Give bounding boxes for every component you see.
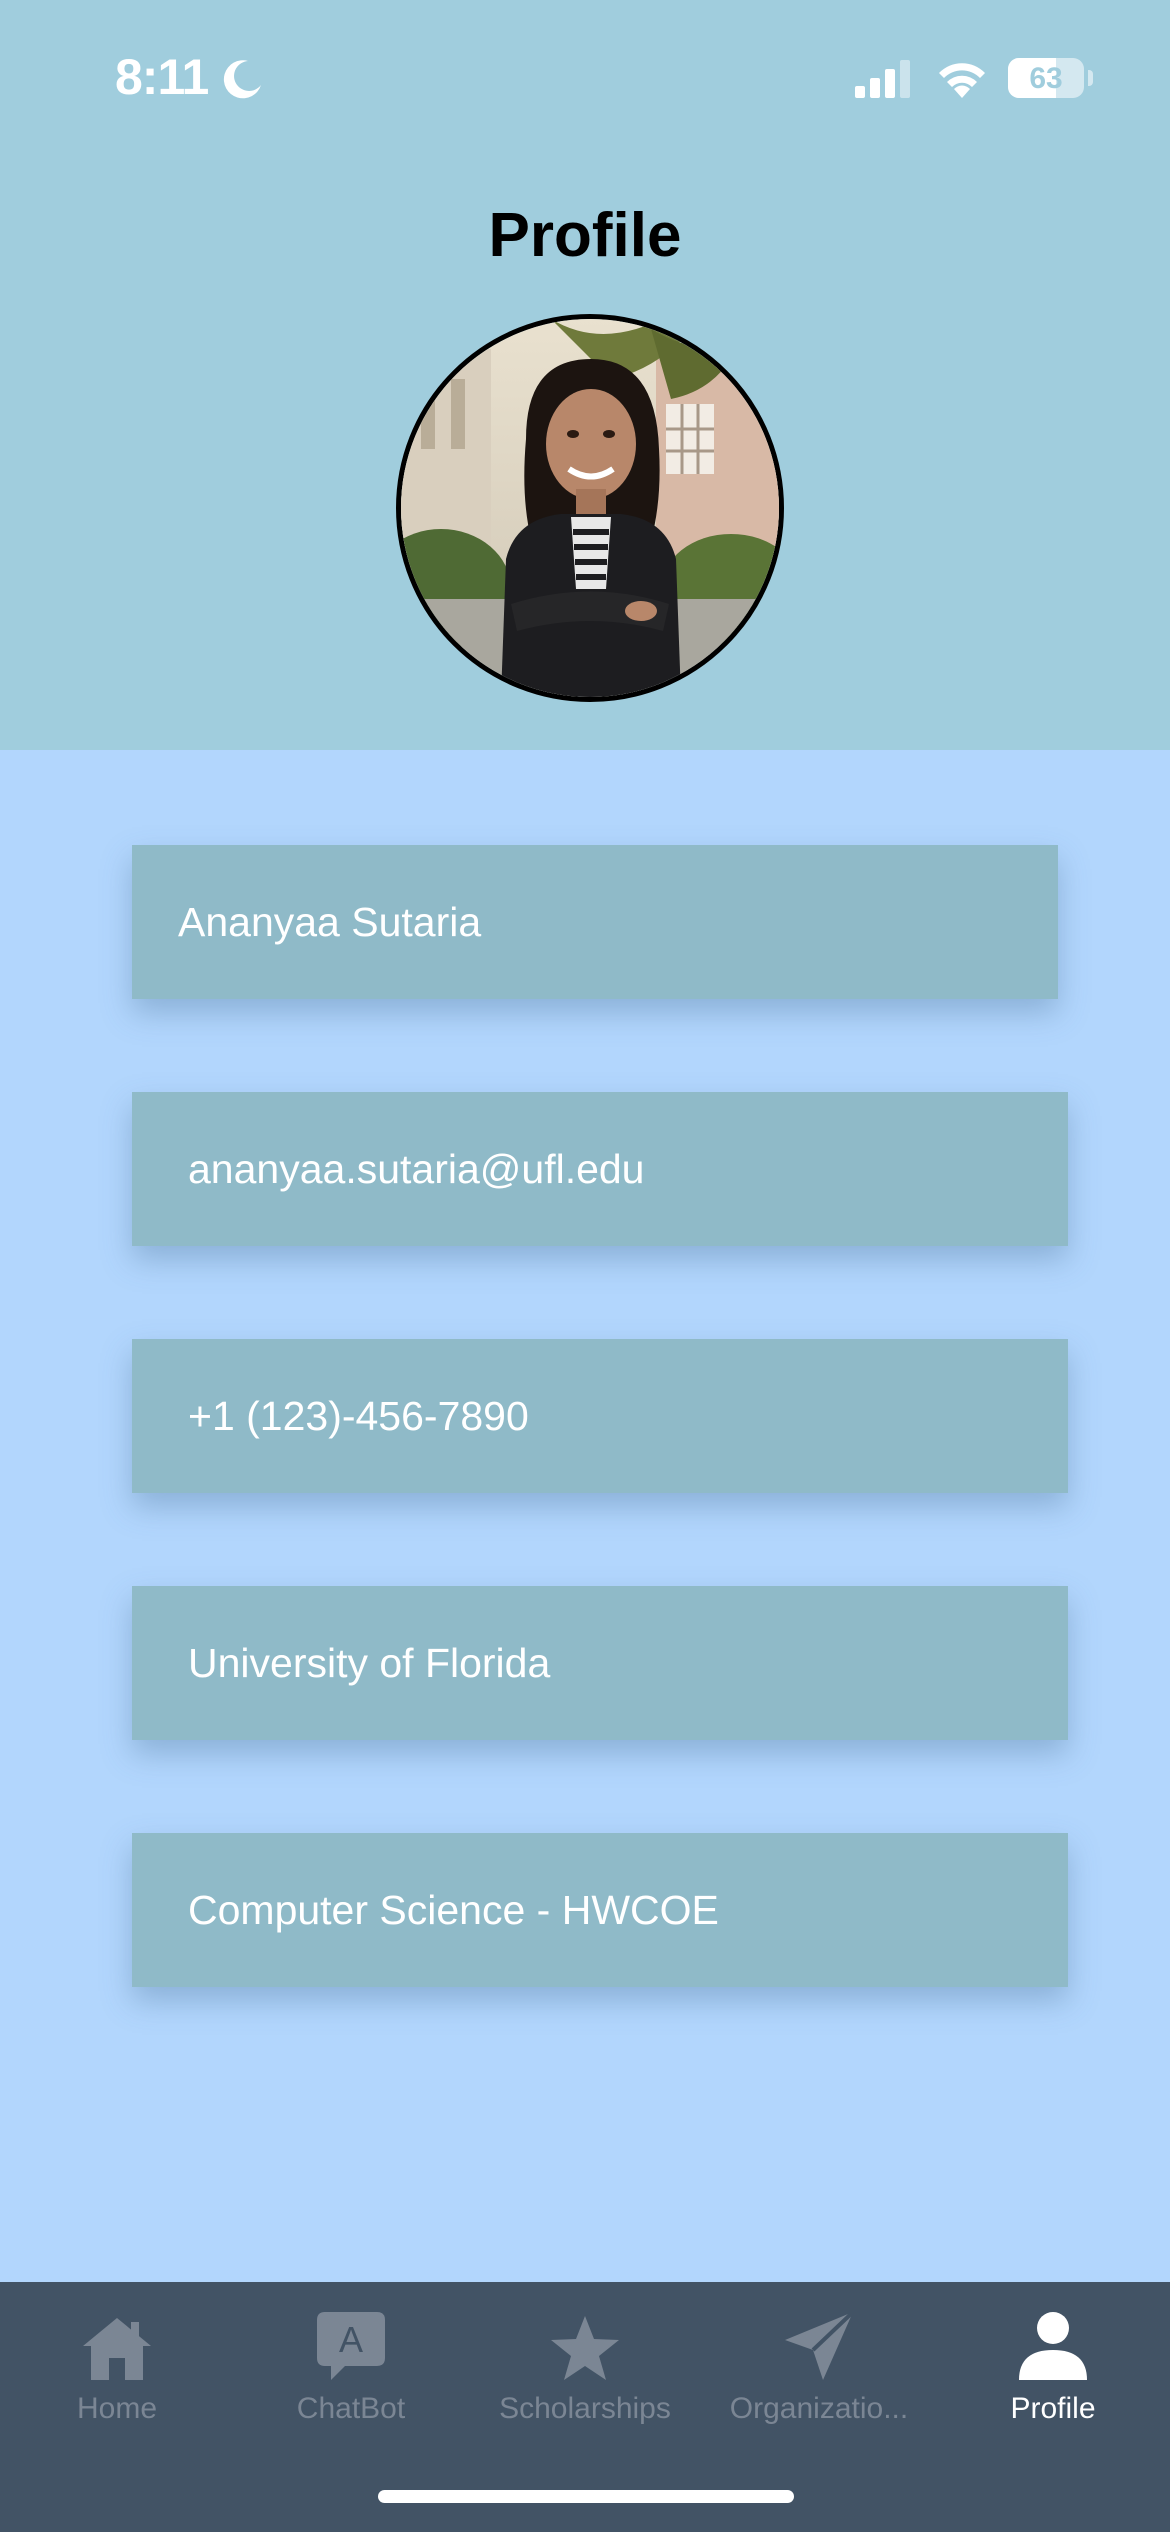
- tab-organizations-label: Organizatio...: [729, 2392, 909, 2425]
- tab-profile[interactable]: Profile: [936, 2302, 1170, 2452]
- tab-organizations[interactable]: Organizatio...: [702, 2302, 936, 2452]
- name-value: Ananyaa Sutaria: [178, 898, 482, 945]
- tab-chatbot-label: ChatBot: [296, 2392, 406, 2425]
- chat-bubble-icon: A: [317, 2312, 385, 2380]
- email-value: ananyaa.sutaria@ufl.edu: [188, 1145, 645, 1192]
- avatar[interactable]: [396, 314, 784, 702]
- tab-scholarships-label: Scholarships: [499, 2392, 671, 2425]
- phone-field[interactable]: +1 (123)-456-7890: [132, 1339, 1068, 1493]
- tab-home-label: Home: [76, 2392, 158, 2425]
- star-icon: [551, 2316, 619, 2380]
- battery-cap: [1088, 70, 1093, 86]
- name-field[interactable]: Ananyaa Sutaria: [132, 845, 1058, 999]
- wifi-icon: [939, 63, 985, 98]
- paper-plane-icon: [785, 2310, 855, 2380]
- tab-home[interactable]: Home: [0, 2302, 234, 2452]
- profile-header: 8:11 63 Profile: [0, 0, 1170, 750]
- battery-indicator: 63: [1008, 58, 1084, 98]
- moon-icon: [223, 60, 261, 99]
- major-value: Computer Science - HWCOE: [188, 1886, 719, 1933]
- status-time: 8:11: [115, 49, 209, 105]
- home-icon: [83, 2318, 151, 2380]
- university-value: University of Florida: [188, 1639, 551, 1686]
- email-field[interactable]: ananyaa.sutaria@ufl.edu: [132, 1092, 1068, 1246]
- person-icon: [1019, 2312, 1087, 2380]
- tab-profile-label: Profile: [1010, 2392, 1096, 2425]
- signal-icon: [855, 60, 910, 98]
- tab-scholarships[interactable]: Scholarships: [468, 2302, 702, 2452]
- home-indicator[interactable]: [378, 2490, 794, 2503]
- major-field[interactable]: Computer Science - HWCOE: [132, 1833, 1068, 1987]
- university-field[interactable]: University of Florida: [132, 1586, 1068, 1740]
- page-title: Profile: [488, 201, 682, 270]
- avatar-photo: [401, 319, 779, 697]
- tab-chatbot[interactable]: A ChatBot: [234, 2302, 468, 2452]
- phone-value: +1 (123)-456-7890: [188, 1392, 529, 1439]
- battery-percent: 63: [1029, 62, 1063, 95]
- svg-text:A: A: [339, 2319, 363, 2360]
